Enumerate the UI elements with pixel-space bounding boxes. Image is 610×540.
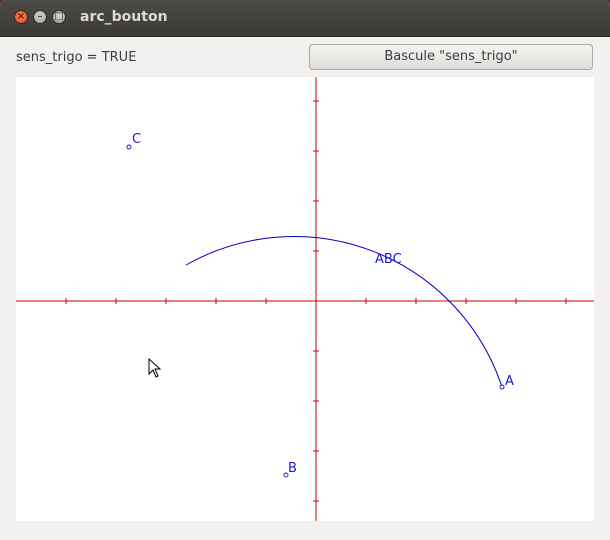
- maximize-window-button[interactable]: □: [52, 10, 66, 24]
- arc-label: ABC: [375, 252, 402, 267]
- arc-abc[interactable]: [185, 236, 503, 388]
- close-icon: ×: [16, 11, 26, 22]
- toggle-sens-trigo-button[interactable]: Bascule "sens_trigo": [309, 44, 593, 70]
- app-window: × – □ arc_bouton sens_trigo = TRUE Bascu…: [0, 0, 610, 540]
- maximize-icon: □: [54, 11, 64, 22]
- title-bar[interactable]: × – □ arc_bouton: [0, 0, 610, 37]
- minimize-icon: –: [37, 11, 43, 22]
- point-a-label: A: [505, 374, 514, 389]
- drawing-canvas[interactable]: ABC A B C: [16, 77, 594, 521]
- close-window-button[interactable]: ×: [14, 10, 28, 24]
- minimize-window-button[interactable]: –: [33, 10, 47, 24]
- point-b-label: B: [288, 461, 297, 476]
- window-title: arc_bouton: [80, 9, 168, 25]
- arrow-pointer-icon: [148, 358, 162, 378]
- point-c-marker[interactable]: [126, 144, 132, 150]
- point-a-marker[interactable]: [499, 384, 505, 390]
- status-label: sens_trigo = TRUE: [16, 50, 137, 65]
- geometry-figure: ABC A B C: [16, 77, 594, 521]
- point-c-label: C: [132, 132, 141, 147]
